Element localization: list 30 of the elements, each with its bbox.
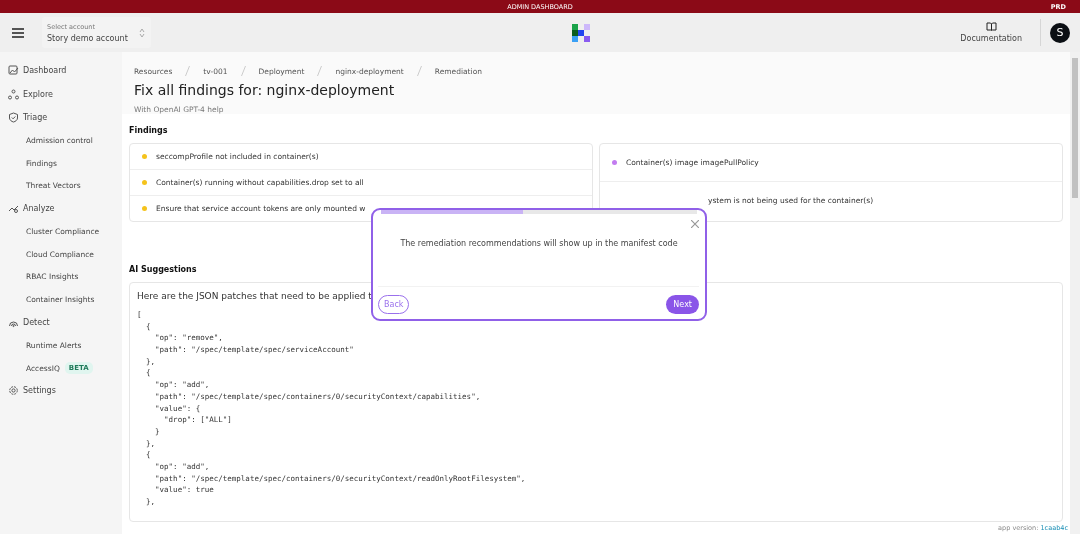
close-icon[interactable] xyxy=(691,220,699,228)
sidebar-section[interactable]: Analyze xyxy=(0,196,122,221)
sidebar-section[interactable]: Dashboard xyxy=(0,59,122,83)
separator-icon xyxy=(185,66,191,76)
menu-icon[interactable] xyxy=(12,27,24,38)
documentation-link[interactable]: Documentation xyxy=(960,22,1022,43)
user-avatar[interactable]: S xyxy=(1050,22,1070,43)
sidebar-section[interactable]: Triage xyxy=(0,105,122,130)
trend-icon xyxy=(8,203,19,215)
page-title: Fix all findings for: nginx-deployment xyxy=(134,82,396,98)
sidebar-section[interactable]: Detect xyxy=(0,310,122,335)
chart-icon xyxy=(8,65,19,77)
popover-message: The remediation recommendations will show up in the manifest code xyxy=(399,238,679,250)
logo-icon xyxy=(571,23,590,42)
sort-icon xyxy=(139,27,145,38)
nodes-icon xyxy=(8,88,19,100)
section-heading: AI Suggestions xyxy=(129,265,198,274)
sidebar-section[interactable]: Settings xyxy=(0,379,122,403)
settings-icon xyxy=(8,385,19,397)
sidebar-section[interactable]: Explore xyxy=(0,82,122,106)
suggestion-intro: Here are the JSON patches that need to be applied t xyxy=(137,291,373,301)
scrollbar[interactable] xyxy=(1070,52,1080,534)
next-button[interactable]: Next xyxy=(666,295,699,314)
separator-icon xyxy=(416,66,422,76)
back-button[interactable]: Back xyxy=(378,295,410,314)
separator-icon xyxy=(240,66,246,76)
book-icon xyxy=(985,22,997,31)
separator-icon xyxy=(317,66,323,76)
shield-icon xyxy=(8,111,19,123)
section-heading: Findings xyxy=(129,126,169,135)
